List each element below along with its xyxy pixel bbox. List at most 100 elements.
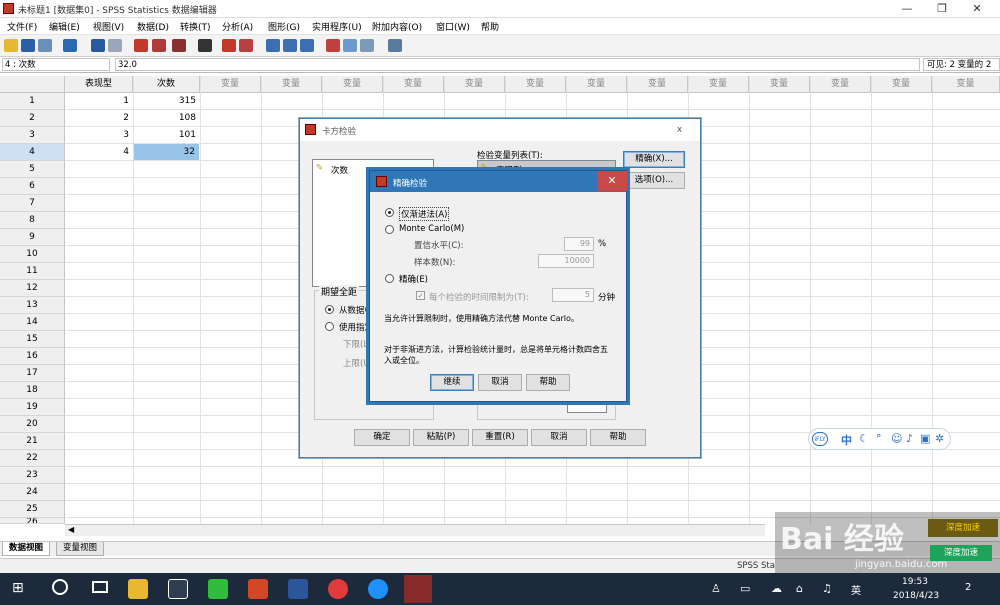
exact-radio[interactable] bbox=[385, 274, 394, 283]
menu-edit[interactable]: 编辑(E) bbox=[49, 20, 80, 33]
time-limit-checkbox[interactable]: ✓ bbox=[416, 291, 425, 300]
column-header[interactable]: 变量 bbox=[871, 76, 932, 93]
row-header[interactable]: 19 bbox=[0, 399, 65, 416]
netease-music-icon[interactable] bbox=[328, 579, 348, 599]
column-header[interactable]: 次数 bbox=[133, 76, 200, 93]
powerpoint-icon[interactable] bbox=[248, 579, 268, 599]
monte-carlo-radio[interactable] bbox=[385, 225, 394, 234]
menu-view[interactable]: 视图(V) bbox=[93, 20, 124, 33]
variables-icon[interactable] bbox=[172, 39, 186, 52]
cell-count[interactable]: 101 bbox=[133, 127, 200, 143]
speaker-icon[interactable]: ♫ bbox=[822, 582, 832, 595]
row-header[interactable]: 6 bbox=[0, 178, 65, 195]
ime-language[interactable]: 中 bbox=[841, 432, 852, 448]
help-button[interactable]: 帮助 bbox=[526, 374, 570, 391]
column-header[interactable]: 变量 bbox=[322, 76, 383, 93]
value-labels-icon[interactable] bbox=[326, 39, 340, 52]
row-header[interactable]: 18 bbox=[0, 382, 65, 399]
split-file-icon[interactable] bbox=[266, 39, 280, 52]
network-icon[interactable]: ⌂ bbox=[796, 582, 803, 595]
column-header[interactable]: 表现型 bbox=[65, 76, 133, 93]
confidence-level-field[interactable]: 99 bbox=[564, 237, 594, 251]
menu-transform[interactable]: 转换(T) bbox=[180, 20, 211, 33]
accelerate-notification[interactable]: 深度加速 bbox=[928, 519, 998, 537]
options-button[interactable]: 选项(O)... bbox=[623, 172, 685, 189]
close-button[interactable]: ✕ bbox=[960, 0, 994, 17]
file-explorer-icon[interactable] bbox=[128, 579, 148, 599]
tab-data-view[interactable]: 数据视图 bbox=[2, 542, 51, 556]
save-icon[interactable] bbox=[21, 39, 35, 52]
clock-date[interactable]: 2018/4/23 bbox=[893, 591, 939, 601]
column-header[interactable]: 变量 bbox=[688, 76, 749, 93]
show-all-variables-icon[interactable] bbox=[360, 39, 374, 52]
menu-file[interactable]: 文件(F) bbox=[7, 20, 37, 33]
notification-count[interactable]: 2 bbox=[965, 582, 971, 593]
row-header[interactable]: 26 bbox=[0, 518, 65, 524]
people-icon[interactable]: ♙ bbox=[711, 582, 721, 595]
tablet-icon[interactable]: ▭ bbox=[740, 582, 750, 595]
iqiyi-icon[interactable] bbox=[208, 579, 228, 599]
ime-toolbar[interactable]: iFLY 中 ☾ ° ☺ ♪ ▣ ✲ bbox=[808, 428, 951, 450]
insert-variable-icon[interactable] bbox=[239, 39, 253, 52]
column-header[interactable]: 变量 bbox=[566, 76, 627, 93]
spell-check-icon[interactable] bbox=[388, 39, 402, 52]
row-header[interactable]: 4 bbox=[0, 144, 65, 161]
exact-button[interactable]: 精确(X)... bbox=[623, 151, 685, 168]
accelerate-button[interactable]: 深度加速 bbox=[930, 545, 992, 561]
cell-phenotype[interactable]: 1 bbox=[65, 93, 133, 109]
column-header[interactable]: 变量 bbox=[444, 76, 505, 93]
menu-graphs[interactable]: 图形(G) bbox=[268, 20, 300, 33]
cell-count[interactable]: 108 bbox=[133, 110, 200, 126]
menu-data[interactable]: 数据(D) bbox=[137, 20, 169, 33]
time-limit-field[interactable]: 5 bbox=[552, 288, 594, 302]
row-header[interactable]: 23 bbox=[0, 467, 65, 484]
input-language[interactable]: 英 bbox=[851, 582, 861, 597]
cell-phenotype[interactable]: 4 bbox=[65, 144, 133, 160]
row-header[interactable]: 20 bbox=[0, 416, 65, 433]
redo-icon[interactable] bbox=[108, 39, 122, 52]
row-header[interactable]: 17 bbox=[0, 365, 65, 382]
row-header[interactable]: 14 bbox=[0, 314, 65, 331]
use-sets-icon[interactable] bbox=[343, 39, 357, 52]
emoji-icon[interactable]: ☺ bbox=[891, 432, 902, 445]
clock-time[interactable]: 19:53 bbox=[902, 577, 928, 587]
find-icon[interactable] bbox=[198, 39, 212, 52]
samples-field[interactable]: 10000 bbox=[538, 254, 594, 268]
cloud-icon[interactable]: ☁ bbox=[771, 582, 782, 595]
row-header[interactable]: 10 bbox=[0, 246, 65, 263]
mail-icon[interactable] bbox=[168, 579, 188, 599]
menu-help[interactable]: 帮助 bbox=[481, 20, 499, 33]
column-header[interactable]: 变量 bbox=[261, 76, 322, 93]
column-header[interactable]: 变量 bbox=[383, 76, 444, 93]
row-header[interactable]: 1 bbox=[0, 93, 65, 110]
row-header[interactable]: 11 bbox=[0, 263, 65, 280]
row-header[interactable]: 24 bbox=[0, 484, 65, 501]
tab-variable-view[interactable]: 变量视图 bbox=[56, 542, 105, 556]
insert-cases-icon[interactable] bbox=[222, 39, 236, 52]
column-header[interactable]: 变量 bbox=[932, 76, 1000, 93]
column-header[interactable]: 变量 bbox=[749, 76, 810, 93]
task-view-icon[interactable] bbox=[92, 581, 108, 593]
row-header[interactable]: 2 bbox=[0, 110, 65, 127]
cell-phenotype[interactable]: 2 bbox=[65, 110, 133, 126]
row-header[interactable]: 5 bbox=[0, 161, 65, 178]
row-header[interactable]: 13 bbox=[0, 297, 65, 314]
cell-count-selected[interactable]: 32 bbox=[134, 144, 199, 160]
open-icon[interactable] bbox=[4, 39, 18, 52]
ok-button[interactable]: 确定 bbox=[354, 429, 410, 446]
continue-button[interactable]: 继续 bbox=[430, 374, 474, 391]
row-header[interactable]: 16 bbox=[0, 348, 65, 365]
cancel-button[interactable]: 取消 bbox=[478, 374, 522, 391]
grid-corner[interactable] bbox=[0, 76, 65, 93]
row-header[interactable]: 8 bbox=[0, 212, 65, 229]
print-icon[interactable] bbox=[38, 39, 52, 52]
row-header[interactable]: 3 bbox=[0, 127, 65, 144]
scroll-left-icon[interactable]: ◀ bbox=[68, 525, 74, 534]
menu-analyze[interactable]: 分析(A) bbox=[222, 20, 253, 33]
search-icon[interactable] bbox=[52, 579, 68, 595]
dialog-close-button[interactable]: x bbox=[677, 125, 682, 135]
cell-phenotype[interactable]: 3 bbox=[65, 127, 133, 143]
row-header[interactable]: 21 bbox=[0, 433, 65, 450]
from-data-radio[interactable] bbox=[325, 305, 334, 314]
column-header[interactable]: 变量 bbox=[505, 76, 566, 93]
